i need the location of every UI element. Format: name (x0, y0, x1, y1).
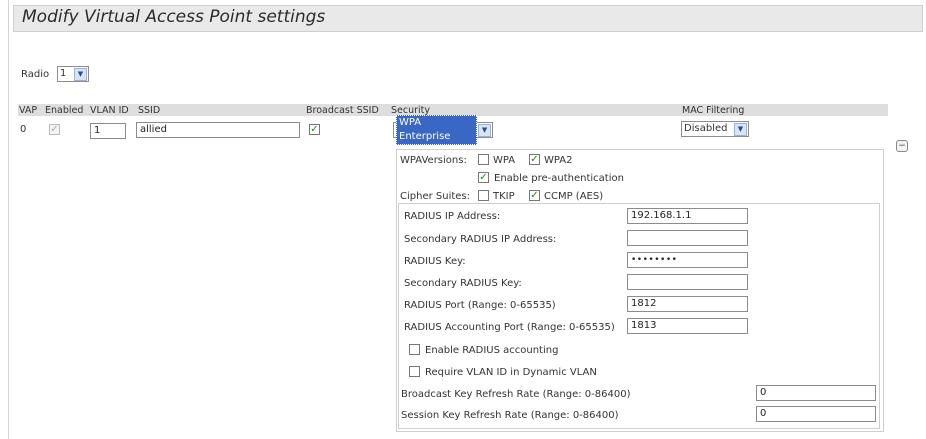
radius-key-input[interactable]: •••••••• (627, 252, 748, 268)
broadcast-key-refresh-label: Broadcast Key Refresh Rate (Range: 0-864… (401, 389, 631, 400)
vap-enabled-checkbox: ✓ (49, 124, 60, 135)
vlan-id-input[interactable]: 1 (90, 123, 126, 139)
wpa2-label: WPA2 (544, 155, 573, 166)
radio-select[interactable]: 1 ▼ (57, 66, 89, 82)
header-vlan-id: VLAN ID (90, 105, 129, 116)
broadcast-key-refresh-input[interactable]: 0 (756, 385, 876, 401)
header-broadcast-ssid: Broadcast SSID (306, 105, 379, 116)
session-key-refresh-label: Session Key Refresh Rate (Range: 0-86400… (401, 410, 619, 421)
ccmp-checkbox[interactable]: ✓ (529, 190, 540, 201)
wpa-versions-label: WPAVersions: (400, 155, 467, 166)
radius-ip-label: RADIUS IP Address: (404, 211, 501, 222)
mac-filtering-select[interactable]: Disabled ▼ (681, 121, 749, 137)
wpa-checkbox[interactable] (478, 154, 489, 165)
enable-radius-accounting-label: Enable RADIUS accounting (425, 345, 559, 356)
ssid-input[interactable]: allied (136, 122, 300, 138)
header-enabled: Enabled (45, 105, 84, 116)
header-mac-filtering: MAC Filtering (682, 105, 745, 116)
radius-key-label: RADIUS Key: (404, 256, 466, 267)
chevron-down-icon: ▼ (478, 123, 491, 137)
page-title: Modify Virtual Access Point settings (22, 7, 326, 27)
radius-ip-input[interactable]: 192.168.1.1 (627, 208, 748, 224)
require-vlan-label: Require VLAN ID in Dynamic VLAN (425, 367, 597, 378)
preauth-checkbox[interactable]: ✓ (478, 172, 489, 183)
radius-port-label: RADIUS Port (Range: 0-65535) (404, 300, 556, 311)
vap-index: 0 (20, 124, 27, 135)
collapse-icon[interactable]: − (896, 140, 908, 152)
radius-port-input[interactable]: 1812 (627, 296, 748, 312)
secondary-radius-ip-label: Secondary RADIUS IP Address: (404, 234, 557, 245)
chevron-down-icon: ▼ (74, 67, 87, 81)
radius-accounting-port-label: RADIUS Accounting Port (Range: 0-65535) (404, 322, 615, 333)
security-select[interactable]: WPA Enterprise ▼ (393, 115, 493, 145)
session-key-refresh-input[interactable]: 0 (756, 406, 876, 422)
tkip-label: TKIP (493, 191, 515, 202)
broadcast-ssid-checkbox[interactable]: ✓ (309, 124, 320, 135)
secondary-radius-key-label: Secondary RADIUS Key: (404, 278, 522, 289)
radio-select-value: 1 (60, 68, 67, 79)
tkip-checkbox[interactable] (478, 190, 489, 201)
secondary-radius-key-input[interactable] (627, 274, 748, 290)
cipher-suites-label: Cipher Suites: (400, 191, 471, 202)
wpa2-checkbox[interactable]: ✓ (529, 154, 540, 165)
wpa-label: WPA (493, 155, 516, 166)
header-vap: VAP (19, 105, 38, 116)
radius-accounting-port-input[interactable]: 1813 (627, 318, 748, 334)
mac-filtering-select-value: Disabled (684, 123, 728, 134)
header-ssid: SSID (138, 105, 161, 116)
page-frame-line (8, 0, 9, 439)
require-vlan-checkbox[interactable] (409, 366, 420, 377)
chevron-down-icon: ▼ (734, 122, 747, 136)
ccmp-label: CCMP (AES) (544, 191, 604, 202)
secondary-radius-ip-input[interactable] (627, 230, 748, 246)
enable-radius-accounting-checkbox[interactable] (409, 344, 420, 355)
preauth-label: Enable pre-authentication (494, 173, 624, 184)
security-select-value: WPA Enterprise (396, 115, 478, 145)
radio-label: Radio (21, 69, 50, 80)
